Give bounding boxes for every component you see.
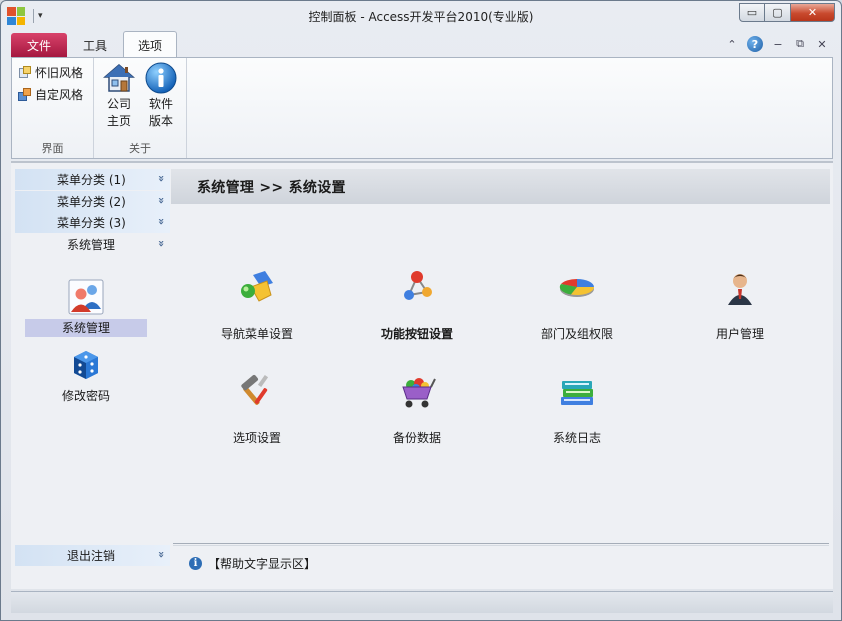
- nav-menu-settings-button[interactable]: 导航菜单设置: [182, 267, 332, 342]
- help-icon[interactable]: ?: [747, 36, 763, 52]
- software-version-button[interactable]: 软件 版本: [142, 62, 180, 130]
- doc-minimize-icon[interactable]: −: [771, 37, 785, 51]
- close-icon: ✕: [807, 6, 818, 19]
- sidebar-category-3[interactable]: 菜单分类 (3) »: [15, 212, 170, 233]
- chevron-down-icon: »: [154, 550, 168, 559]
- ribbon-tabs: 文件 工具 选项: [11, 31, 178, 58]
- backup-data-button[interactable]: 备份数据: [342, 371, 492, 446]
- company-home-button[interactable]: 公司 主页: [100, 62, 138, 130]
- dice-icon: [68, 347, 104, 383]
- category-label: 菜单分类 (3): [57, 216, 126, 230]
- tab-file[interactable]: 文件: [11, 33, 67, 58]
- category-label: 系统管理: [67, 237, 116, 252]
- maximize-button[interactable]: ▢: [765, 3, 791, 22]
- custom-style-button[interactable]: 自定风格: [18, 86, 83, 103]
- dept-group-permissions-button[interactable]: 部门及组权限: [502, 267, 652, 342]
- exit-label: 退出注销: [67, 549, 116, 563]
- main-panel: 系统管理 >> 系统设置 导航菜单设置 功能按钮设置 部门及组权限 用户管理 选…: [171, 169, 830, 445]
- house-icon: [102, 62, 136, 94]
- sidebar-item-system-management[interactable]: 系统管理: [25, 279, 147, 337]
- sidebar: 菜单分类 (1) » 菜单分类 (2) » 菜单分类 (3) » 系统管理 »: [15, 169, 170, 585]
- function-label: 功能按钮设置: [380, 327, 453, 341]
- books-icon: [557, 371, 597, 411]
- classic-style-icon: [18, 65, 32, 80]
- function-label: 导航菜单设置: [220, 327, 293, 341]
- interface-group: 怀旧风格 自定风格 界面: [12, 58, 94, 158]
- minimize-icon: ▭: [746, 6, 758, 19]
- title-bar: ▾ 控制面板 - Access开发平台2010(专业版) ▭ ▢ ✕: [1, 1, 841, 31]
- tab-options[interactable]: 选项: [123, 31, 178, 58]
- tab-tools[interactable]: 工具: [69, 33, 121, 58]
- user-icon: [720, 267, 760, 307]
- breadcrumb: 系统管理 >> 系统设置: [171, 169, 830, 204]
- function-label: 备份数据: [392, 431, 441, 445]
- app-window: ▾ 控制面板 - Access开发平台2010(专业版) ▭ ▢ ✕ 文件 工具…: [0, 0, 842, 621]
- cart-icon: [397, 371, 437, 411]
- sidebar-category-1[interactable]: 菜单分类 (1) »: [15, 169, 170, 190]
- function-label: 系统日志: [552, 431, 601, 445]
- function-button-settings-button[interactable]: 功能按钮设置: [342, 267, 492, 342]
- window-title: 控制面板 - Access开发平台2010(专业版): [308, 10, 534, 24]
- help-divider: [173, 543, 829, 546]
- system-log-button[interactable]: 系统日志: [502, 371, 652, 446]
- status-bar: [11, 591, 833, 613]
- help-text: 【帮助文字显示区】: [208, 557, 317, 571]
- classic-style-button[interactable]: 怀旧风格: [18, 64, 83, 81]
- info-icon: i: [189, 557, 202, 570]
- chevron-down-icon: »: [154, 239, 168, 247]
- users-icon: [68, 279, 104, 315]
- ribbon-right-controls: ⌃ ? − ⧉ ✕: [725, 36, 829, 52]
- tools-icon: [237, 371, 277, 411]
- custom-style-icon: [18, 87, 32, 102]
- chevron-down-icon: »: [154, 196, 168, 204]
- close-button[interactable]: ✕: [791, 3, 835, 22]
- help-text-area: i 【帮助文字显示区】: [189, 555, 316, 572]
- shapes-icon: [237, 267, 277, 307]
- sidebar-item-change-password[interactable]: 修改密码: [25, 347, 147, 405]
- window-controls: ▭ ▢ ✕: [739, 3, 835, 22]
- sidebar-category-2[interactable]: 菜单分类 (2) »: [15, 190, 170, 212]
- company-home-label-1: 公司: [106, 97, 131, 111]
- category-label: 菜单分类 (1): [57, 173, 126, 187]
- chevron-down-icon: »: [154, 174, 168, 183]
- interface-group-label: 界面: [41, 142, 64, 155]
- function-label: 部门及组权限: [540, 327, 613, 341]
- pie-chart-icon: [557, 267, 597, 307]
- content-area: 菜单分类 (1) » 菜单分类 (2) » 菜单分类 (3) » 系统管理 »: [11, 161, 833, 589]
- category-label: 菜单分类 (2): [57, 194, 126, 209]
- software-version-label-2: 版本: [148, 114, 173, 128]
- chevron-down-icon: »: [154, 217, 168, 226]
- doc-restore-icon[interactable]: ⧉: [793, 37, 807, 51]
- maximize-icon: ▢: [772, 6, 783, 19]
- doc-close-icon[interactable]: ✕: [815, 37, 829, 51]
- info-icon: [145, 62, 177, 94]
- ribbon-panel: 怀旧风格 自定风格 界面 公司 主页 软件 版本 关于: [11, 57, 833, 159]
- sidebar-category-system[interactable]: 系统管理 »: [15, 233, 170, 255]
- classic-style-label: 怀旧风格: [35, 66, 84, 80]
- sidebar-exit-logout[interactable]: 退出注销 »: [15, 545, 170, 566]
- company-home-label-2: 主页: [106, 114, 131, 128]
- function-label: 选项设置: [232, 431, 281, 445]
- sidebar-item-label: 系统管理: [25, 319, 147, 337]
- function-label: 用户管理: [715, 327, 764, 341]
- sidebar-item-label: 修改密码: [61, 389, 110, 403]
- about-group-label: 关于: [129, 142, 151, 155]
- custom-style-label: 自定风格: [35, 88, 84, 102]
- about-group: 公司 主页 软件 版本 关于: [94, 58, 187, 158]
- collapse-ribbon-icon[interactable]: ⌃: [725, 37, 739, 51]
- minimize-button[interactable]: ▭: [739, 3, 765, 22]
- molecule-icon: [397, 267, 437, 307]
- user-management-button[interactable]: 用户管理: [665, 267, 815, 342]
- options-settings-button[interactable]: 选项设置: [182, 371, 332, 446]
- software-version-label-1: 软件: [148, 97, 173, 111]
